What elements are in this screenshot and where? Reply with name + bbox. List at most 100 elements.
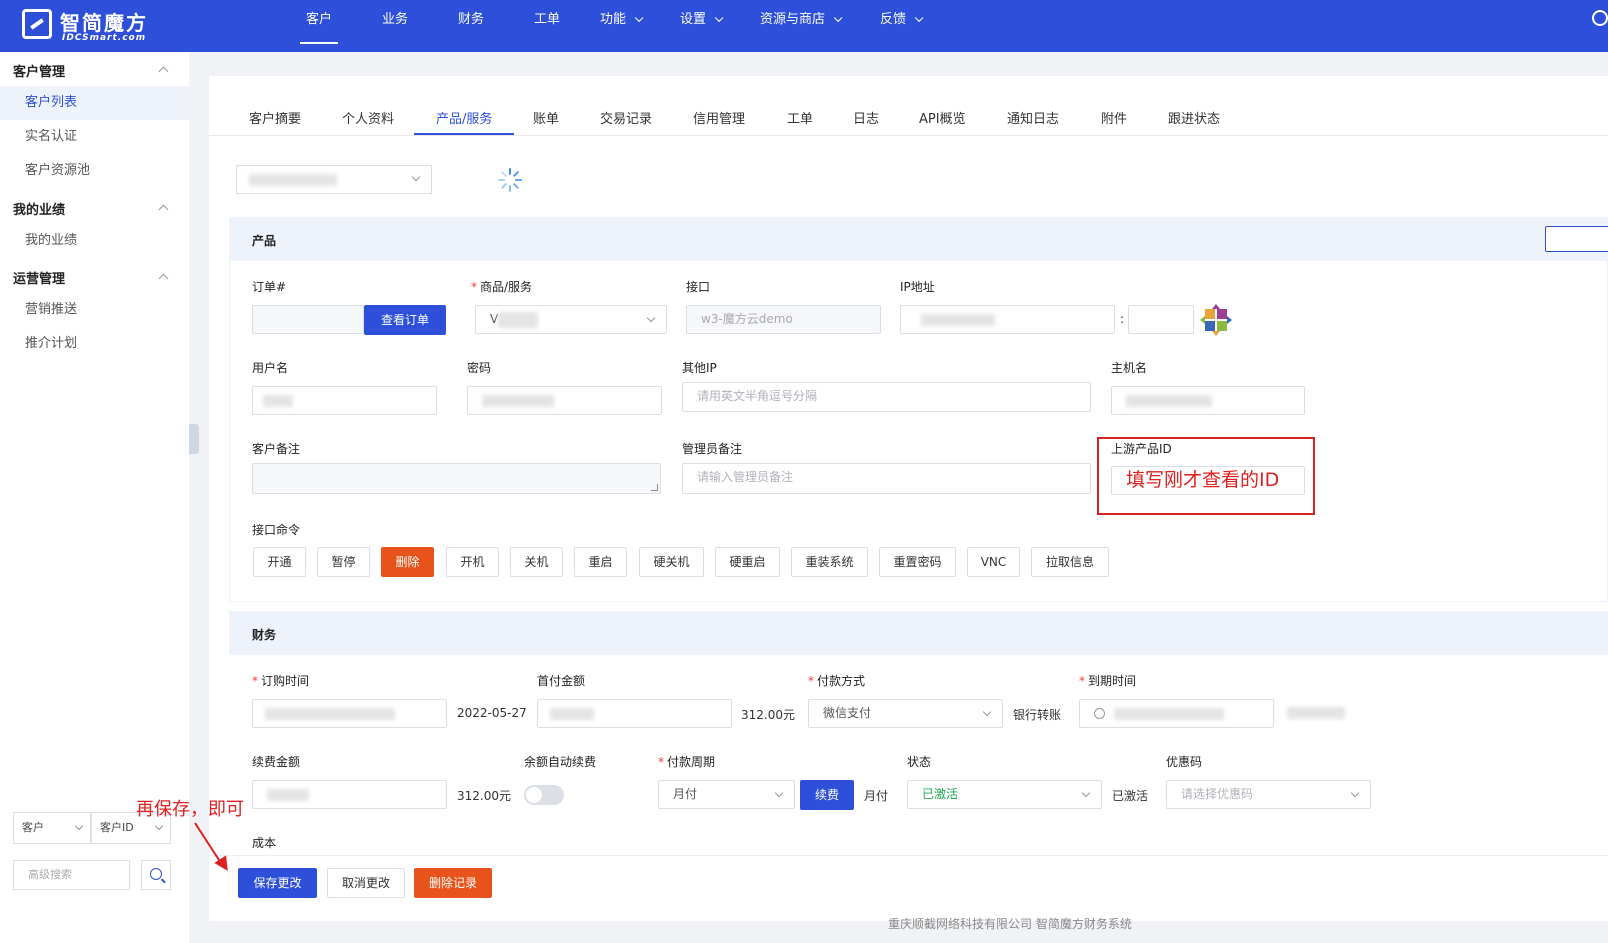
command-vnc-button[interactable]: VNC	[967, 547, 1020, 577]
order-time-label: * 订购时间	[252, 674, 310, 688]
command-reinstall-button[interactable]: 重装系统	[791, 547, 868, 577]
tab-summary[interactable]: 客户摘要	[249, 108, 301, 127]
centos-icon	[1200, 304, 1232, 336]
product-section-header: 产品	[229, 217, 1608, 261]
tab-profile[interactable]: 个人资料	[342, 108, 394, 127]
port-input[interactable]	[1128, 305, 1194, 334]
command-delete-button[interactable]: 删除	[381, 547, 434, 577]
tab-tickets[interactable]: 工单	[787, 108, 813, 127]
cost-label: 成本	[252, 836, 277, 850]
product-service-label: * 商品/服务	[471, 280, 533, 294]
nav-feedback[interactable]: 反馈	[880, 0, 924, 52]
chevron-down-icon	[982, 707, 992, 717]
nav-ticket[interactable]: 工单	[534, 0, 560, 52]
tab-products-services[interactable]: 产品/服务	[436, 108, 492, 127]
nav-finance[interactable]: 财务	[458, 0, 484, 52]
tab-logs[interactable]: 日志	[853, 108, 879, 127]
command-suspend-button[interactable]: 暂停	[317, 547, 370, 577]
sidebar-group-customer-management[interactable]: 客户管理	[13, 61, 65, 80]
sidebar-collapse-handle[interactable]	[189, 424, 199, 454]
brand-subtitle: IDCSmart.com	[62, 33, 147, 43]
command-hard-off-button[interactable]: 硬关机	[639, 547, 704, 577]
first-amount-value: 312.00元	[741, 708, 795, 722]
chevron-down-icon	[411, 172, 421, 182]
tab-invoices[interactable]: 账单	[533, 108, 559, 127]
payment-method-select[interactable]: 微信支付	[808, 699, 1003, 728]
password-input[interactable]	[467, 386, 662, 415]
hostname-input[interactable]	[1111, 386, 1305, 415]
nav-resources-store[interactable]: 资源与商店	[760, 0, 843, 52]
tab-notification-logs[interactable]: 通知日志	[1007, 108, 1059, 127]
main-card: 客户摘要 个人资料 产品/服务 账单 交易记录 信用管理 工单 日志 API概览…	[209, 76, 1608, 921]
billing-cycle-select[interactable]: 月付	[658, 780, 795, 809]
nav-customer[interactable]: 客户	[299, 0, 339, 52]
command-hard-reboot-button[interactable]: 硬重启	[715, 547, 780, 577]
order-number-label: 订单#	[252, 280, 287, 294]
search-button[interactable]	[141, 860, 171, 890]
nav-functions[interactable]: 功能	[600, 0, 644, 52]
due-time-label: * 到期时间	[1079, 674, 1137, 688]
logo-icon	[22, 9, 52, 39]
sidebar-item-customer-list[interactable]: 客户列表	[0, 86, 189, 120]
first-amount-input[interactable]	[537, 699, 732, 728]
password-label: 密码	[467, 361, 492, 375]
due-time-input[interactable]	[1079, 699, 1274, 728]
footer-copyright: 重庆顺截网络科技有限公司 智简魔方财务系统	[888, 917, 1132, 931]
payment-method-value: 银行转账	[1013, 708, 1062, 722]
brand-logo[interactable]: 智简魔方 IDCSmart.com	[22, 7, 172, 45]
search-icon[interactable]	[1592, 10, 1608, 26]
command-reset-password-button[interactable]: 重置密码	[879, 547, 956, 577]
product-select[interactable]	[236, 165, 432, 194]
cancel-changes-button[interactable]: 取消更改	[327, 868, 405, 898]
tab-api-overview[interactable]: API概览	[919, 108, 966, 127]
renewal-amount-input[interactable]	[252, 780, 447, 809]
ip-address-label: IP地址	[900, 280, 935, 294]
coupon-select[interactable]: 请选择优惠码	[1166, 780, 1371, 809]
sidebar-item-real-name-auth[interactable]: 实名认证	[0, 120, 189, 154]
tab-credit[interactable]: 信用管理	[693, 108, 745, 127]
section-action-button[interactable]	[1545, 226, 1608, 252]
username-input[interactable]	[252, 386, 437, 415]
order-time-input[interactable]	[252, 699, 447, 728]
chevron-up-icon[interactable]	[158, 204, 169, 215]
tab-follow-up[interactable]: 跟进状态	[1168, 108, 1220, 127]
delete-record-button[interactable]: 删除记录	[414, 868, 492, 898]
save-changes-button[interactable]: 保存更改	[238, 868, 317, 898]
advanced-search-input[interactable]: 高级搜索	[13, 860, 130, 890]
sidebar-item-referral-plan[interactable]: 推介计划	[0, 327, 189, 361]
auto-renew-toggle[interactable]	[524, 785, 564, 805]
sidebar-item-my-performance[interactable]: 我的业绩	[0, 224, 189, 258]
view-order-button[interactable]: 查看订单	[364, 305, 446, 335]
status-select[interactable]: 已激活	[907, 780, 1102, 809]
command-power-off-button[interactable]: 关机	[510, 547, 563, 577]
command-power-on-button[interactable]: 开机	[446, 547, 499, 577]
other-ip-textarea[interactable]: 请用英文半角逗号分隔	[682, 382, 1091, 412]
sidebar-group-my-performance[interactable]: 我的业绩	[13, 199, 65, 218]
finance-section: 财务 * 订购时间 2022-05-27 首付金额 312.00元 * 付款方式 微…	[229, 611, 1608, 871]
chevron-down-icon	[833, 13, 843, 23]
chevron-up-icon[interactable]	[158, 273, 169, 284]
sidebar-group-operations[interactable]: 运营管理	[13, 268, 65, 287]
nav-settings[interactable]: 设置	[680, 0, 724, 52]
nav-business[interactable]: 业务	[382, 0, 408, 52]
chevron-up-icon[interactable]	[158, 66, 169, 77]
sidebar-item-customer-pool[interactable]: 客户资源池	[0, 154, 189, 188]
sidebar-item-marketing-push[interactable]: 营销推送	[0, 293, 189, 327]
status-label: 状态	[907, 755, 932, 769]
admin-note-textarea[interactable]: 请输入管理员备注	[682, 463, 1091, 494]
tab-attachments[interactable]: 附件	[1101, 108, 1127, 127]
chevron-down-icon	[774, 788, 784, 798]
search-type-select[interactable]: 客户	[13, 812, 91, 844]
command-activate-button[interactable]: 开通	[253, 547, 306, 577]
ip-address-input[interactable]	[900, 305, 1115, 334]
other-ip-label: 其他IP	[682, 361, 717, 375]
tab-transactions[interactable]: 交易记录	[600, 108, 652, 127]
chevron-down-icon	[154, 821, 164, 831]
finance-section-header: 财务	[229, 611, 1608, 655]
first-amount-label: 首付金额	[537, 674, 586, 688]
resize-handle-icon[interactable]	[651, 484, 658, 491]
command-pull-info-button[interactable]: 拉取信息	[1031, 547, 1109, 577]
product-service-select[interactable]: V	[475, 305, 667, 334]
renew-button[interactable]: 续费	[800, 780, 854, 810]
command-reboot-button[interactable]: 重启	[574, 547, 627, 577]
